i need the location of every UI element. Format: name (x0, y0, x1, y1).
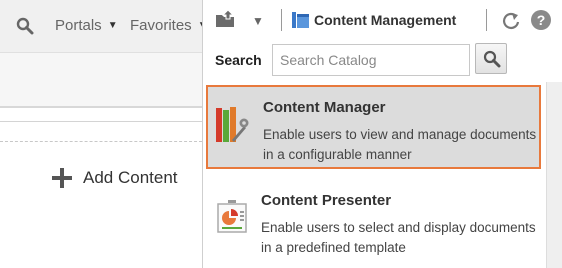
refresh-icon[interactable] (501, 11, 521, 31)
toolbar-separator (486, 9, 487, 31)
divider (0, 121, 202, 122)
favorites-label: Favorites (130, 17, 192, 34)
scrollbar[interactable] (546, 82, 562, 268)
content-manager-icon (216, 107, 249, 142)
divider (0, 106, 202, 108)
add-content-button[interactable]: Add Content (52, 168, 178, 188)
list-item-content-manager[interactable]: Content Manager Enable users to view and… (206, 85, 541, 169)
folder-icon (292, 12, 309, 28)
search-catalog-input[interactable] (272, 44, 470, 76)
chevron-down-icon: ▼ (107, 20, 118, 31)
content-presenter-icon (217, 200, 247, 233)
item-description: Enable users to select and display docum… (261, 220, 536, 255)
panel-title: Content Management (314, 12, 457, 28)
folder-up-icon[interactable] (215, 9, 237, 29)
dashed-divider (0, 141, 202, 142)
item-name: Content Presenter (261, 192, 392, 209)
chevron-down-icon[interactable]: ▼ (252, 14, 264, 28)
resource-catalog-panel: ▼ Content Management ? Search Search Cat… (202, 0, 562, 268)
panel-toolbar: ▼ Content Management ? (203, 0, 562, 40)
page-toolbar: Portals ▼ Favorites ▼ (0, 0, 208, 53)
plus-icon (52, 168, 72, 188)
toolbar-separator (281, 9, 282, 31)
page-header-strip (0, 53, 202, 106)
help-icon[interactable]: ? (531, 10, 551, 30)
search-icon (483, 50, 501, 68)
search-button[interactable] (475, 43, 507, 74)
list-item-content-presenter[interactable]: Content Presenter Enable users to select… (203, 177, 546, 268)
add-content-label: Add Content (83, 168, 178, 187)
item-description: Enable users to view and manage document… (263, 127, 537, 162)
catalog-list: Content Manager Enable users to view and… (203, 82, 546, 268)
item-name: Content Manager (263, 99, 386, 116)
portals-label: Portals (55, 17, 102, 34)
favorites-menu[interactable]: Favorites ▼ (130, 17, 208, 34)
catalog-search: Search (203, 40, 562, 82)
search-label: Search (215, 52, 262, 68)
search-icon[interactable] (16, 17, 34, 35)
portals-menu[interactable]: Portals ▼ (55, 17, 118, 34)
